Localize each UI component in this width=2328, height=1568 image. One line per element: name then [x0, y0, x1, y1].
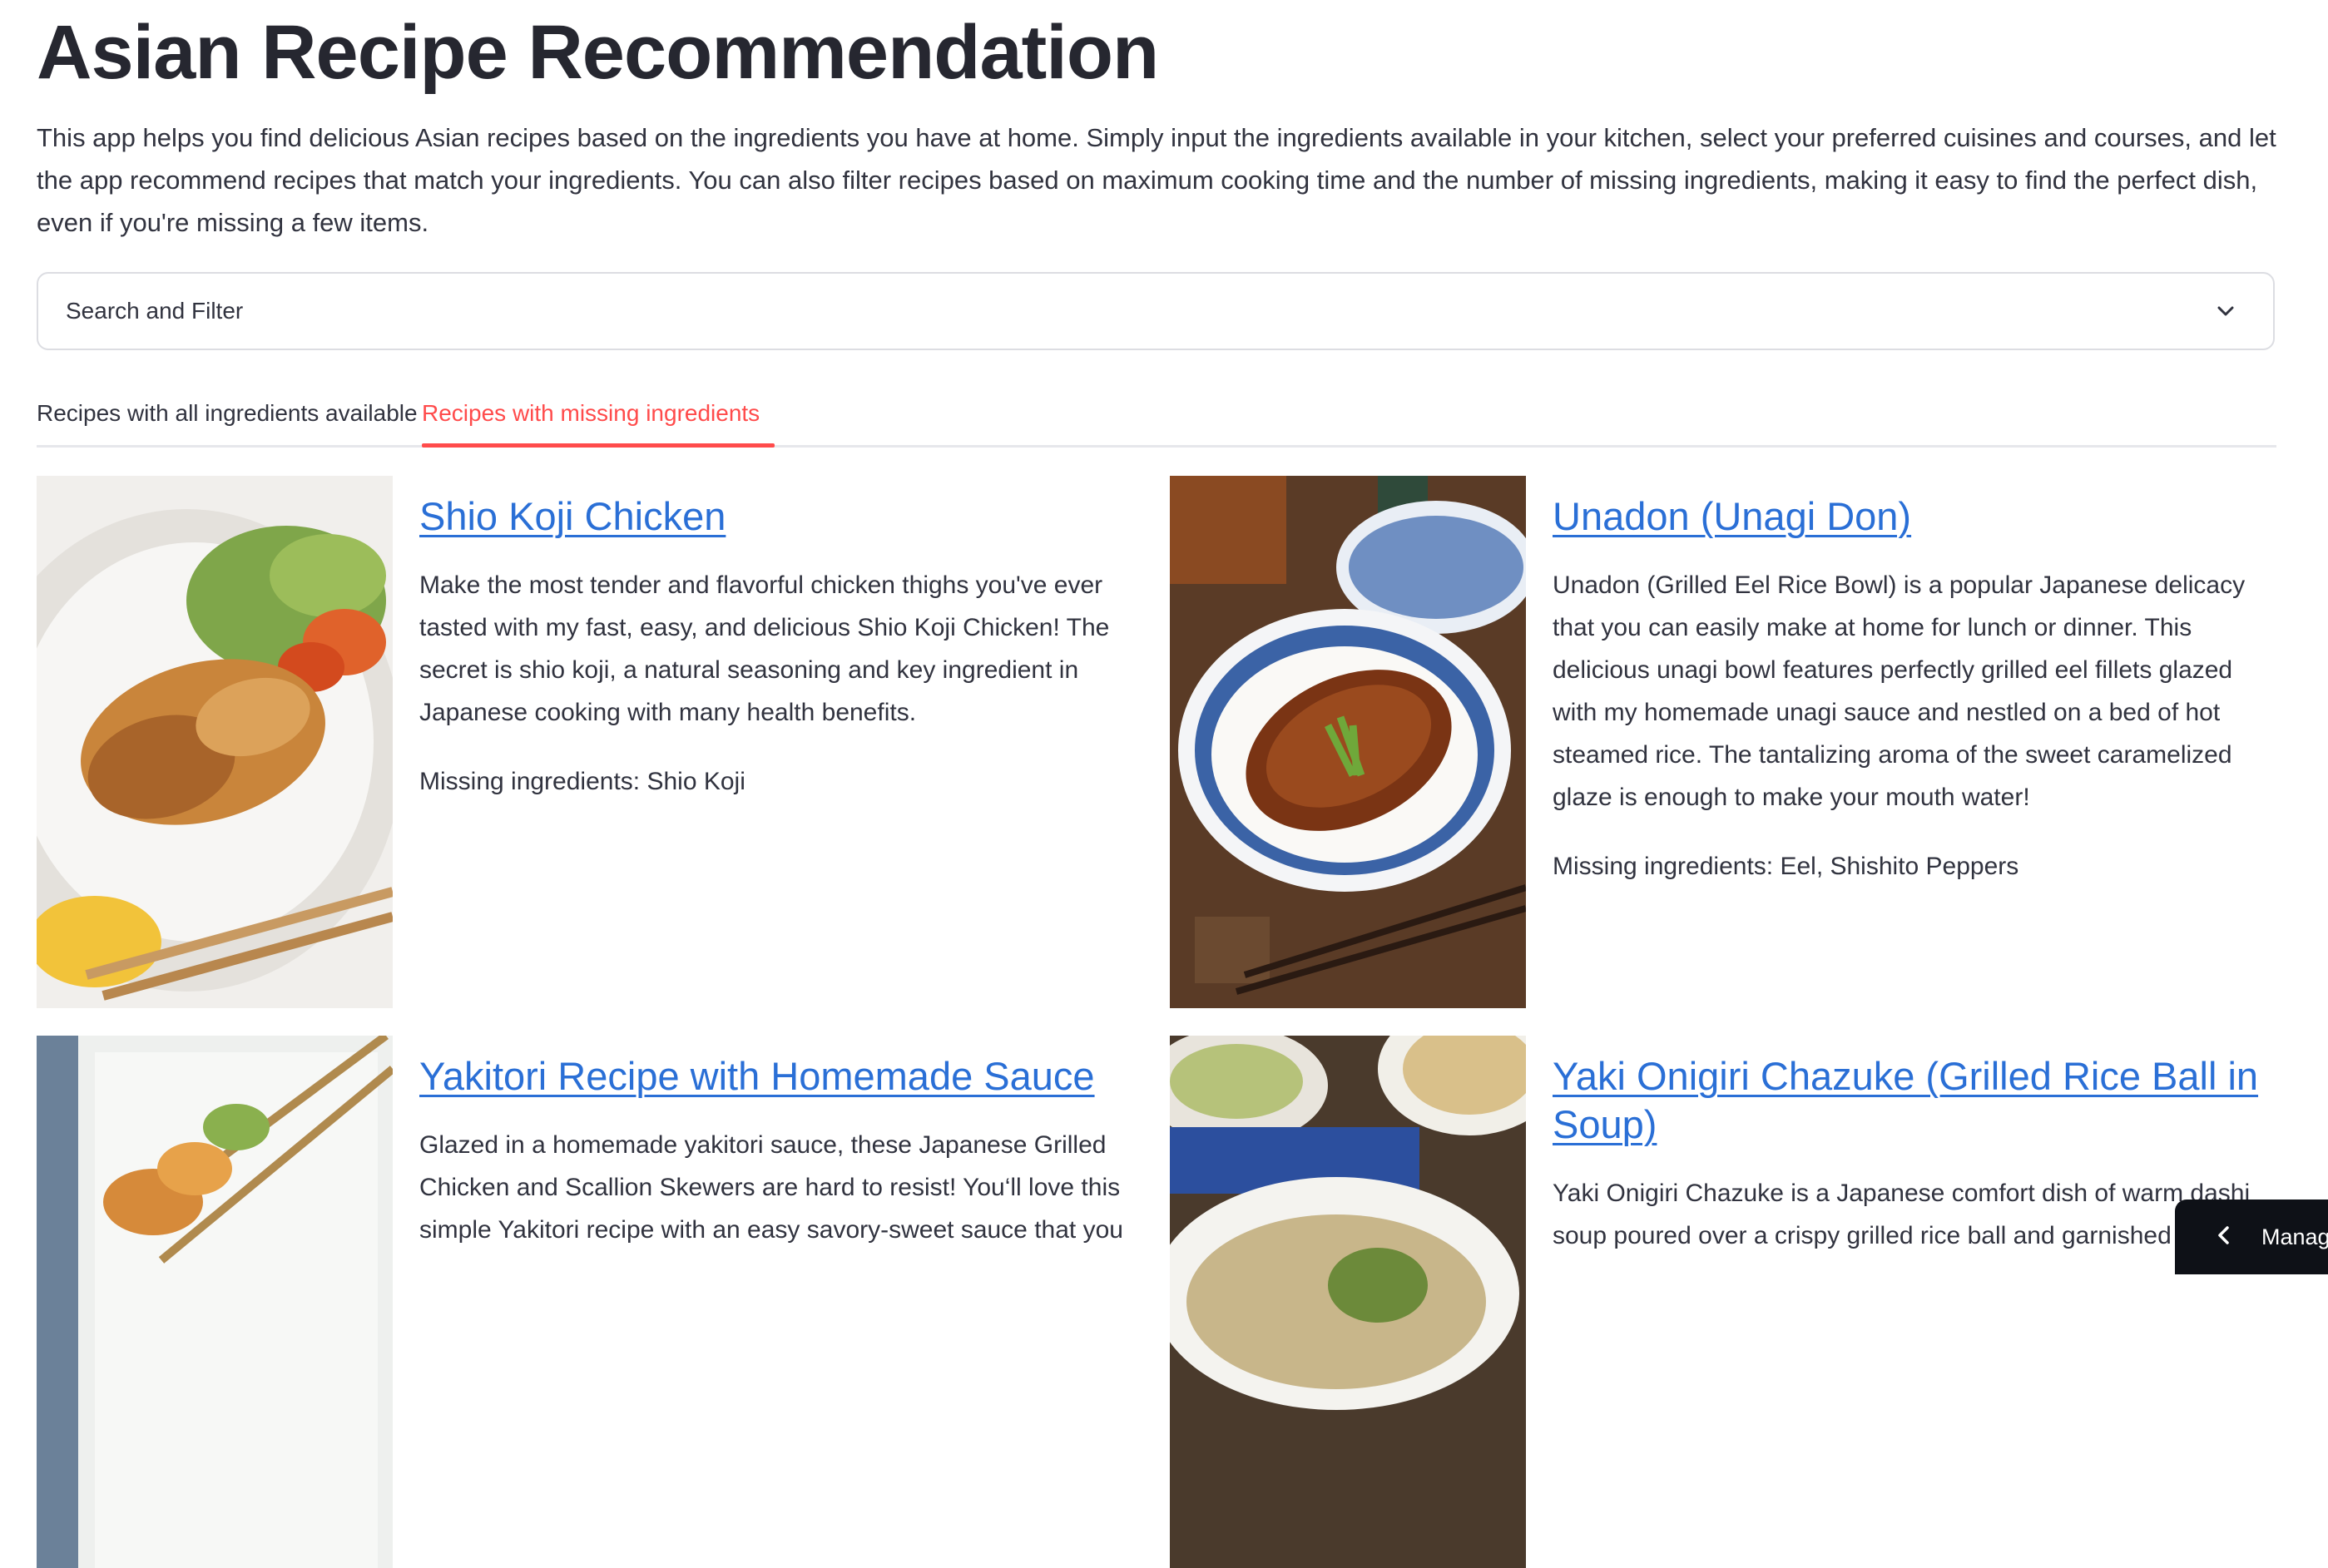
recipe-info: Yakitori Recipe with Homemade Sauce Glaz… [419, 1036, 1135, 1251]
recipe-title-link[interactable]: Unadon (Unagi Don) [1553, 492, 2268, 541]
recipe-title-link[interactable]: Yakitori Recipe with Homemade Sauce [419, 1052, 1135, 1101]
recipe-description: Make the most tender and flavorful chick… [419, 571, 1110, 726]
recipe-tabs: Recipes with all ingredients available R… [37, 384, 2276, 448]
recipe-description: Unadon (Grilled Eel Rice Bowl) is a popu… [1553, 571, 2246, 811]
recipe-card: Yakitori Recipe with Homemade Sauce Glaz… [37, 1036, 1135, 1568]
chevron-down-icon [2217, 306, 2234, 316]
manage-app-button[interactable]: Manage app [2175, 1199, 2328, 1274]
active-tab-indicator [422, 443, 775, 448]
page-title: Asian Recipe Recommendation [37, 10, 1159, 95]
recipe-info: Shio Koji Chicken Make the most tender a… [419, 476, 1135, 803]
recipe-info: Yaki Onigiri Chazuke (Grilled Rice Ball … [1553, 1036, 2268, 1257]
recipe-description: Glazed in a homemade yakitori sauce, the… [419, 1131, 1123, 1244]
chevron-left-icon [2218, 1226, 2229, 1244]
tab-missing-ingredients[interactable]: Recipes with missing ingredients [422, 384, 760, 448]
recipe-image[interactable] [37, 476, 393, 1008]
search-and-filter-expander[interactable]: Search and Filter [37, 272, 2275, 350]
missing-ingredients: Missing ingredients: Eel, Shishito Peppe… [1553, 853, 2019, 880]
recipe-image[interactable] [37, 1036, 393, 1568]
recipe-card: Yaki Onigiri Chazuke (Grilled Rice Ball … [1170, 1036, 2268, 1568]
expander-label: Search and Filter [66, 298, 244, 324]
missing-ingredients: Missing ingredients: Shio Koji [419, 768, 745, 795]
manage-app-label: Manage app [2261, 1224, 2328, 1249]
recipe-image[interactable] [1170, 1036, 1526, 1568]
recipe-title-link[interactable]: Yaki Onigiri Chazuke (Grilled Rice Ball … [1553, 1052, 2268, 1149]
recipe-card: Unadon (Unagi Don) Unadon (Grilled Eel R… [1170, 476, 2268, 1008]
recipe-title-link[interactable]: Shio Koji Chicken [419, 492, 1135, 541]
intro-text: This app helps you find delicious Asian … [37, 123, 2276, 237]
recipe-card: Shio Koji Chicken Make the most tender a… [37, 476, 1135, 1008]
recipe-image[interactable] [1170, 476, 1526, 1008]
recipe-info: Unadon (Unagi Don) Unadon (Grilled Eel R… [1553, 476, 2268, 888]
recipe-description: Yaki Onigiri Chazuke is a Japanese comfo… [1553, 1180, 2251, 1249]
tab-all-ingredients[interactable]: Recipes with all ingredients available [37, 384, 418, 448]
